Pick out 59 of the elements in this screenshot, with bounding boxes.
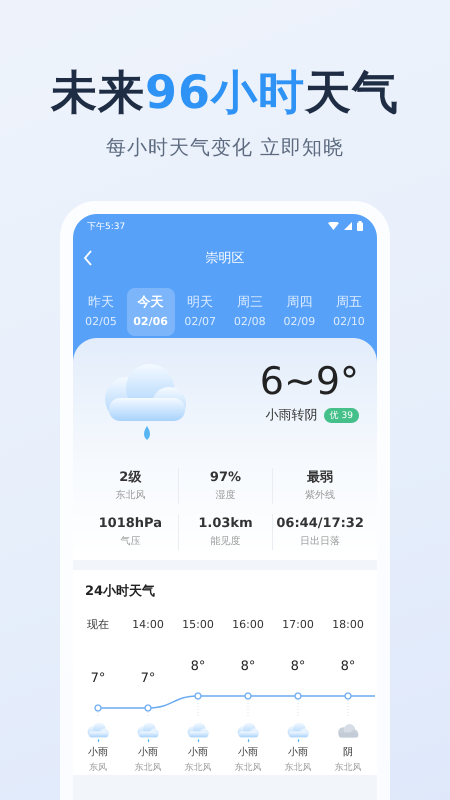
day-tab[interactable]: 周四 02/09 (275, 288, 324, 336)
rain-cloud-icon (235, 720, 261, 744)
stat-value: 1018hPa (98, 515, 162, 533)
hour-temperature: 8° (340, 658, 356, 676)
hour-condition: 阴 (343, 746, 353, 760)
day-tab[interactable]: 周三 02/08 (226, 288, 274, 336)
hour-wind: 东北风 (334, 762, 362, 776)
day-tab[interactable]: 今天 02/06 (126, 288, 175, 336)
stat-label: 气压 (120, 535, 140, 549)
hour-wind: 东北风 (234, 762, 262, 776)
stat-value: 1.03km (198, 515, 253, 533)
hour-wind: 东北风 (134, 762, 162, 776)
battery-icon (357, 221, 363, 231)
rain-cloud-icon (185, 720, 211, 744)
stat-label: 紫外线 (305, 488, 336, 503)
temperature-range: 6~9° (260, 358, 359, 404)
stat-label: 能见度 (210, 534, 240, 549)
hour-wind: 东北风 (284, 762, 312, 776)
stat-value: 97% (210, 469, 242, 487)
city-title: 崇明区 (206, 250, 244, 267)
rain-cloud-icon (85, 720, 111, 744)
section-title: 24小时天气 (84, 583, 156, 600)
hour-wind: 东风 (89, 762, 107, 776)
hour-label: 18:00 (332, 618, 364, 632)
condition-text: 小雨转阴 (266, 407, 318, 424)
hour-condition: 小雨 (138, 746, 158, 760)
stat-value: 06:44/17:32 (276, 515, 364, 533)
hour-temperature: 7° (140, 670, 156, 688)
day-tab[interactable]: 周五 02/10 (324, 288, 373, 336)
hour-condition: 小雨 (88, 746, 108, 760)
back-icon[interactable] (83, 250, 93, 266)
wifi-icon (328, 222, 339, 230)
hour-temperature: 7° (90, 670, 106, 688)
hour-condition: 小雨 (188, 746, 208, 760)
day-tab[interactable]: 昨天 02/05 (77, 288, 125, 336)
stat-label: 日出日落 (300, 534, 340, 549)
hour-temperature: 8° (240, 658, 256, 676)
day-tab[interactable]: 明天 02/07 (176, 288, 224, 336)
hour-label: 现在 (87, 618, 109, 632)
stat-value: 2级 (119, 469, 142, 487)
rain-cloud-icon (135, 720, 161, 744)
hour-label: 17:00 (282, 618, 314, 632)
aqi-badge: 优 39 (324, 408, 359, 422)
status-time: 下午5:37 (87, 220, 126, 232)
signal-icon (344, 222, 352, 230)
hour-label: 14:00 (132, 618, 164, 632)
hour-label: 16:00 (232, 618, 264, 632)
hour-temperature: 8° (290, 658, 306, 676)
stat-label: 湿度 (215, 488, 236, 503)
headline: 未来96小时天气 (50, 64, 399, 121)
subtitle: 每小时天气变化 立即知晓 (106, 134, 344, 161)
hour-label: 15:00 (182, 618, 214, 632)
hour-condition: 小雨 (288, 746, 308, 760)
hour-temperature: 8° (190, 658, 206, 676)
hour-condition: 小雨 (238, 746, 258, 760)
hour-wind: 东北风 (184, 762, 212, 776)
stat-label: 东北风 (115, 488, 146, 503)
rain-cloud-icon (285, 720, 311, 744)
stat-value: 最弱 (307, 469, 334, 487)
